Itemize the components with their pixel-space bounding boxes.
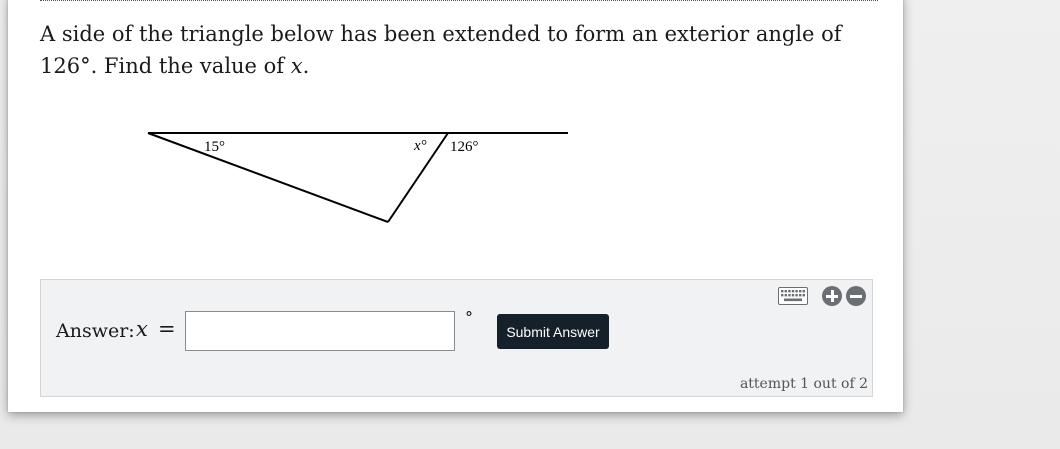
answer-label: Answer: [56, 320, 135, 342]
zoom-in-icon[interactable] [822, 286, 842, 306]
triangle-diagram: 15° x° 126° [147, 132, 568, 223]
triangle-side-left [147, 132, 389, 223]
triangle-figure: 15° x° 126° [138, 124, 578, 234]
answer-panel: Answer: x = ° Submit Answer attempt 1 ou… [40, 279, 873, 397]
degree-unit: ° [465, 308, 473, 327]
answer-variable: x [136, 317, 148, 341]
question-variable: x [290, 54, 303, 78]
answer-equals: = [158, 317, 176, 341]
page-background: A side of the triangle below has been ex… [0, 0, 1060, 449]
angle-126-label: 126° [450, 139, 479, 155]
question-suffix: . [302, 54, 310, 78]
submit-answer-button[interactable]: Submit Answer [497, 314, 609, 349]
attempt-counter: attempt 1 out of 2 [739, 376, 868, 392]
question-text: A side of the triangle below has been ex… [40, 18, 880, 82]
zoom-out-icon[interactable] [846, 286, 866, 306]
answer-input[interactable] [185, 311, 455, 351]
question-card: A side of the triangle below has been ex… [8, 0, 903, 412]
answer-tools [778, 286, 866, 306]
divider [40, 0, 878, 1]
angle-15-label: 15° [204, 139, 225, 155]
question-prefix: A side of the triangle below has been ex… [40, 22, 842, 78]
keyboard-icon[interactable] [778, 287, 808, 305]
angle-x-label: x° [413, 138, 427, 154]
